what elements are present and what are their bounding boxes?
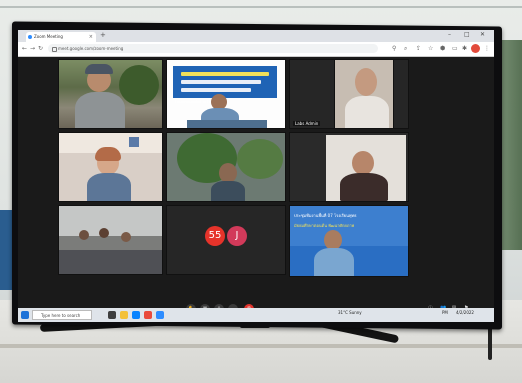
ceiling-edge [0, 6, 522, 8]
video-tile-4[interactable] [334, 59, 394, 129]
tv-screen: Zoom Meeting × + – □ ✕ ← → ↻ meet.google… [18, 30, 494, 322]
video-tile-5[interactable] [58, 132, 163, 202]
participant-body [75, 92, 125, 128]
url-text: meet.google.com/zoom-meeting [58, 46, 124, 51]
participant-body [87, 173, 131, 201]
video-tile-8[interactable] [58, 205, 163, 275]
avatar-j: J [227, 226, 247, 246]
windows-taskbar: Type here to search 31°C Sunny PM 4/2/20… [18, 308, 494, 322]
participant-head [121, 232, 131, 242]
address-bar[interactable]: meet.google.com/zoom-meeting [48, 44, 378, 53]
browser-tab[interactable]: Zoom Meeting × [26, 32, 96, 42]
puzzle-icon[interactable]: ✱ [462, 46, 468, 52]
banner-text-2: มัธยมศึกษาตอนต้น พัฒนาศักยภาพ [294, 223, 355, 228]
minimize-button[interactable]: – [448, 31, 451, 38]
desk [187, 120, 267, 128]
task-view-icon[interactable] [108, 311, 116, 319]
video-tile-1[interactable] [58, 59, 163, 129]
tree [237, 139, 283, 179]
participant-head [324, 230, 342, 250]
banner-line-2 [181, 80, 261, 84]
reload-icon[interactable]: ↻ [38, 45, 43, 52]
picture-frame [129, 137, 139, 147]
participant-name: Labs Admin [293, 121, 321, 126]
participant-head [99, 228, 109, 238]
zoom-icon [28, 35, 32, 39]
windows-start-icon[interactable] [21, 311, 29, 319]
desk-edge [0, 344, 522, 348]
thai-banner [173, 66, 277, 98]
avatar-55: 55 [205, 226, 225, 246]
key-icon[interactable]: ⚲ [392, 46, 398, 52]
clock-date[interactable]: 4/2/2022 [456, 310, 474, 315]
cast-icon[interactable]: ▭ [452, 46, 458, 52]
video-tile-9[interactable]: 55 J [166, 205, 286, 275]
file-explorer-icon[interactable] [120, 311, 128, 319]
browser-toolbar: ← → ↻ meet.google.com/zoom-meeting ⚲ ⌕ ⇪… [18, 42, 494, 57]
menu-icon[interactable]: ⋮ [484, 46, 490, 52]
group-table [59, 250, 162, 274]
cap [85, 64, 113, 74]
weather-widget[interactable]: 31°C Sunny [338, 310, 362, 315]
bookmark-star-icon[interactable]: ☆ [428, 46, 434, 52]
participant-head [352, 151, 374, 175]
chrome-icon[interactable] [144, 311, 152, 319]
zoom-app-icon[interactable] [156, 311, 164, 319]
forward-icon[interactable]: → [30, 45, 35, 52]
zoom-lens-icon[interactable]: ⌕ [404, 46, 410, 52]
banner-line-1 [181, 72, 269, 76]
video-tile-6[interactable] [166, 132, 286, 202]
new-tab-button[interactable]: + [100, 31, 106, 39]
search-placeholder: Type here to search [41, 313, 81, 318]
tab-title: Zoom Meeting [34, 34, 63, 39]
extension-icon[interactable]: ⬢ [440, 46, 446, 52]
clock-time[interactable]: PM [442, 310, 448, 315]
video-tile-10[interactable]: ประชุมทีมงานพื้นที่ 07 โรงเรียนพุทธ มัธย… [289, 205, 409, 277]
banner-text-1: ประชุมทีมงานพื้นที่ 07 โรงเรียนพุทธ [294, 213, 357, 218]
participant-head [219, 163, 237, 183]
banner-line-3 [181, 88, 251, 92]
zoom-meeting-area: โครงการพัฒนาพื้นที่ 10 โรงเรียนพุทธ Labs… [18, 57, 494, 322]
maximize-button[interactable]: □ [464, 31, 470, 38]
edge-icon[interactable] [132, 311, 140, 319]
close-tab-icon[interactable]: × [89, 32, 93, 42]
tree-foliage [119, 65, 159, 105]
participant-body [340, 173, 388, 201]
participant-head [355, 68, 377, 96]
participant-body [211, 181, 245, 201]
video-tile-2[interactable]: โครงการพัฒนาพื้นที่ 10 โรงเรียนพุทธ [166, 59, 286, 129]
video-tile-7[interactable] [289, 132, 409, 202]
window-wall [59, 206, 162, 236]
participant-head [79, 230, 89, 240]
browser-tab-bar: Zoom Meeting × + – □ ✕ [18, 30, 494, 42]
participant-body [314, 248, 354, 276]
lock-icon [52, 47, 57, 52]
back-icon[interactable]: ← [22, 45, 27, 52]
close-window-button[interactable]: ✕ [480, 31, 485, 38]
share-icon[interactable]: ⇪ [416, 46, 422, 52]
taskbar-search[interactable]: Type here to search [32, 310, 92, 320]
profile-avatar[interactable] [471, 44, 480, 53]
participant-hair [95, 147, 121, 161]
participant-body [345, 96, 389, 128]
